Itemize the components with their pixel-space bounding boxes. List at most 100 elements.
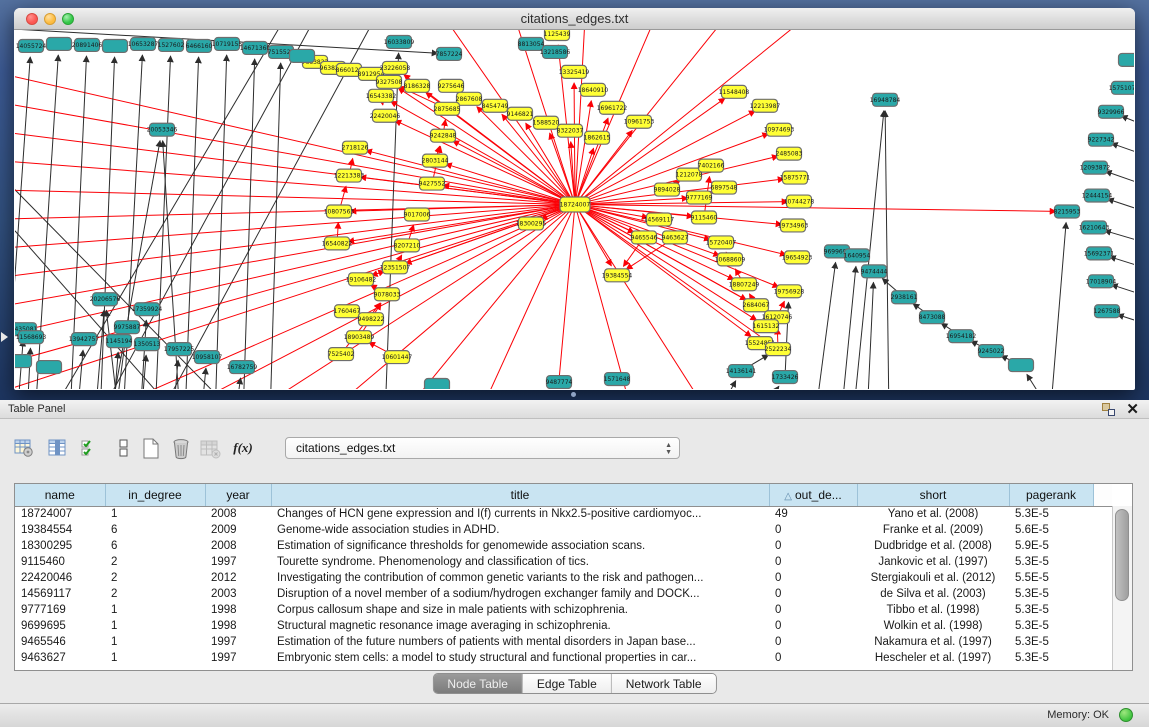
graph-node[interactable]: 9242848 <box>430 129 457 142</box>
graph-node[interactable]: 9777169 <box>686 191 713 204</box>
cell-name[interactable]: 19384554 <box>15 522 105 538</box>
graph-node[interactable]: 9017006 <box>404 208 431 221</box>
cell-short[interactable]: Hescheler et al. (1997) <box>857 650 1009 666</box>
graph-node[interactable]: 14671368 <box>240 41 271 54</box>
cell-short[interactable]: de Silva et al. (2003) <box>857 586 1009 602</box>
table-row[interactable]: 1872400712008Changes of HCN gene express… <box>15 506 1112 522</box>
cell-pagerank[interactable]: 5.3E-5 <box>1009 554 1093 570</box>
cell-out_degree[interactable]: 0 <box>769 634 857 650</box>
graph-node[interactable] <box>37 361 62 374</box>
table-scrollbar-thumb[interactable] <box>1115 509 1129 601</box>
graph-node[interactable]: 1760467 <box>334 305 361 318</box>
graph-node[interactable] <box>47 37 72 50</box>
graph-node[interactable] <box>1119 53 1135 66</box>
graph-node[interactable]: 14055724 <box>16 39 47 52</box>
cell-short[interactable]: Dudbridge et al. (2008) <box>857 538 1009 554</box>
cell-year[interactable]: 1997 <box>205 650 271 666</box>
graph-node[interactable]: 1571648 <box>604 373 631 386</box>
graph-node[interactable]: 13942757 <box>69 333 100 346</box>
cell-pagerank[interactable]: 5.3E-5 <box>1009 618 1093 634</box>
cell-year[interactable]: 2008 <box>205 506 271 522</box>
graph-node[interactable]: 9463627 <box>662 231 689 244</box>
graph-node[interactable]: 23226058 <box>380 61 411 74</box>
cell-title[interactable]: Investigating the contribution of common… <box>271 570 769 586</box>
graph-node[interactable]: 22420046 <box>370 109 401 122</box>
graph-node[interactable]: 1862615 <box>584 131 611 144</box>
graph-node[interactable]: 15751074 <box>1109 81 1134 94</box>
graph-node[interactable]: 18903489 <box>344 331 375 344</box>
graph-node[interactable]: 9427552 <box>419 177 446 190</box>
graph-node[interactable]: 9078033 <box>374 288 401 301</box>
graph-node[interactable]: 1267588 <box>1094 305 1121 318</box>
cell-title[interactable]: Tourette syndrome. Phenomenology and cla… <box>271 554 769 570</box>
graph-node[interactable]: 1125439 <box>544 30 571 40</box>
cell-pagerank[interactable]: 5.3E-5 <box>1009 634 1093 650</box>
graph-node[interactable]: 16033809 <box>384 35 415 48</box>
network-window-titlebar[interactable]: citations_edges.txt <box>14 8 1135 30</box>
cell-year[interactable]: 2008 <box>205 538 271 554</box>
graph-node[interactable]: 10719155 <box>212 37 243 50</box>
cell-title[interactable]: Embryonic stem cells: a model to study s… <box>271 650 769 666</box>
graph-node[interactable]: 16210643 <box>1079 221 1110 234</box>
graph-node[interactable]: 9329966 <box>1098 105 1125 118</box>
graph-node[interactable]: 16540822 <box>322 237 353 250</box>
graph-node[interactable]: 8186328 <box>404 79 431 92</box>
graph-node[interactable]: 18724007 <box>560 197 591 212</box>
graph-node[interactable]: 2485083 <box>776 147 803 160</box>
cell-out_degree[interactable]: 49 <box>769 506 857 522</box>
graph-node[interactable]: 20053346 <box>147 123 178 136</box>
graph-node[interactable]: 13325419 <box>559 65 590 78</box>
graph-node[interactable] <box>15 355 32 368</box>
graph-node[interactable]: 19734963 <box>778 219 809 232</box>
cell-out_degree[interactable]: 0 <box>769 554 857 570</box>
create-column-button[interactable] <box>138 436 162 460</box>
cell-name[interactable]: 9465546 <box>15 634 105 650</box>
cell-in_degree[interactable]: 2 <box>105 586 205 602</box>
graph-node[interactable] <box>103 39 128 52</box>
cell-in_degree[interactable]: 1 <box>105 650 205 666</box>
cell-in_degree[interactable]: 1 <box>105 506 205 522</box>
cell-in_degree[interactable]: 1 <box>105 634 205 650</box>
splitter-handle[interactable] <box>571 392 576 397</box>
graph-node[interactable]: 2522234 <box>765 343 792 356</box>
tab-node-table[interactable]: Node Table <box>433 674 523 693</box>
graph-node[interactable]: 19654923 <box>782 251 813 264</box>
delete-column-button[interactable] <box>168 436 192 460</box>
cell-year[interactable]: 2003 <box>205 586 271 602</box>
table-row[interactable]: 911546021997Tourette syndrome. Phenomeno… <box>15 554 1112 570</box>
cell-out_degree[interactable]: 0 <box>769 586 857 602</box>
cell-name[interactable]: 9699695 <box>15 618 105 634</box>
graph-node[interactable] <box>1009 359 1034 372</box>
cell-in_degree[interactable]: 1 <box>105 618 205 634</box>
tab-edge-table[interactable]: Edge Table <box>523 674 612 693</box>
graph-node[interactable]: 1145194 <box>106 335 133 348</box>
cell-year[interactable]: 1997 <box>205 554 271 570</box>
cell-pagerank[interactable]: 5.3E-5 <box>1009 586 1093 602</box>
cell-short[interactable]: Nakamura et al. (1997) <box>857 634 1009 650</box>
table-mode-button[interactable] <box>12 436 36 460</box>
table-row[interactable]: 977716911998Corpus callosum shape and si… <box>15 602 1112 618</box>
cell-year[interactable]: 1997 <box>205 634 271 650</box>
graph-node[interactable]: 13218586 <box>540 45 571 58</box>
table-row[interactable]: 969969511998Structural magnetic resonanc… <box>15 618 1112 634</box>
graph-node[interactable]: 17018904 <box>1086 275 1117 288</box>
graph-node[interactable]: 2684067 <box>743 299 770 312</box>
graph-node[interactable]: 19756928 <box>774 285 805 298</box>
cell-year[interactable]: 2012 <box>205 570 271 586</box>
graph-node[interactable]: 9975887 <box>114 321 141 334</box>
graph-node[interactable]: 9146821 <box>507 107 534 120</box>
cell-out_degree[interactable]: 0 <box>769 570 857 586</box>
table-selector-dropdown[interactable]: citations_edges.txt ▲▼ <box>285 437 680 459</box>
graph-node[interactable]: 1615132 <box>753 320 780 333</box>
function-builder-button[interactable]: f(x) <box>228 436 258 460</box>
graph-node[interactable]: 8454749 <box>482 99 509 112</box>
table-row[interactable]: 1938455462009Genome-wide association stu… <box>15 522 1112 538</box>
cell-name[interactable]: 9115460 <box>15 554 105 570</box>
graph-node[interactable]: 8215953 <box>1054 205 1081 218</box>
cell-title[interactable]: Disruption of a novel member of a sodium… <box>271 586 769 602</box>
cell-out_degree[interactable]: 0 <box>769 538 857 554</box>
cell-title[interactable]: Estimation of significance thresholds fo… <box>271 538 769 554</box>
graph-node[interactable]: 7402166 <box>698 159 725 172</box>
cell-short[interactable]: Jankovic et al. (1997) <box>857 554 1009 570</box>
column-header-short[interactable]: short <box>857 484 1009 506</box>
